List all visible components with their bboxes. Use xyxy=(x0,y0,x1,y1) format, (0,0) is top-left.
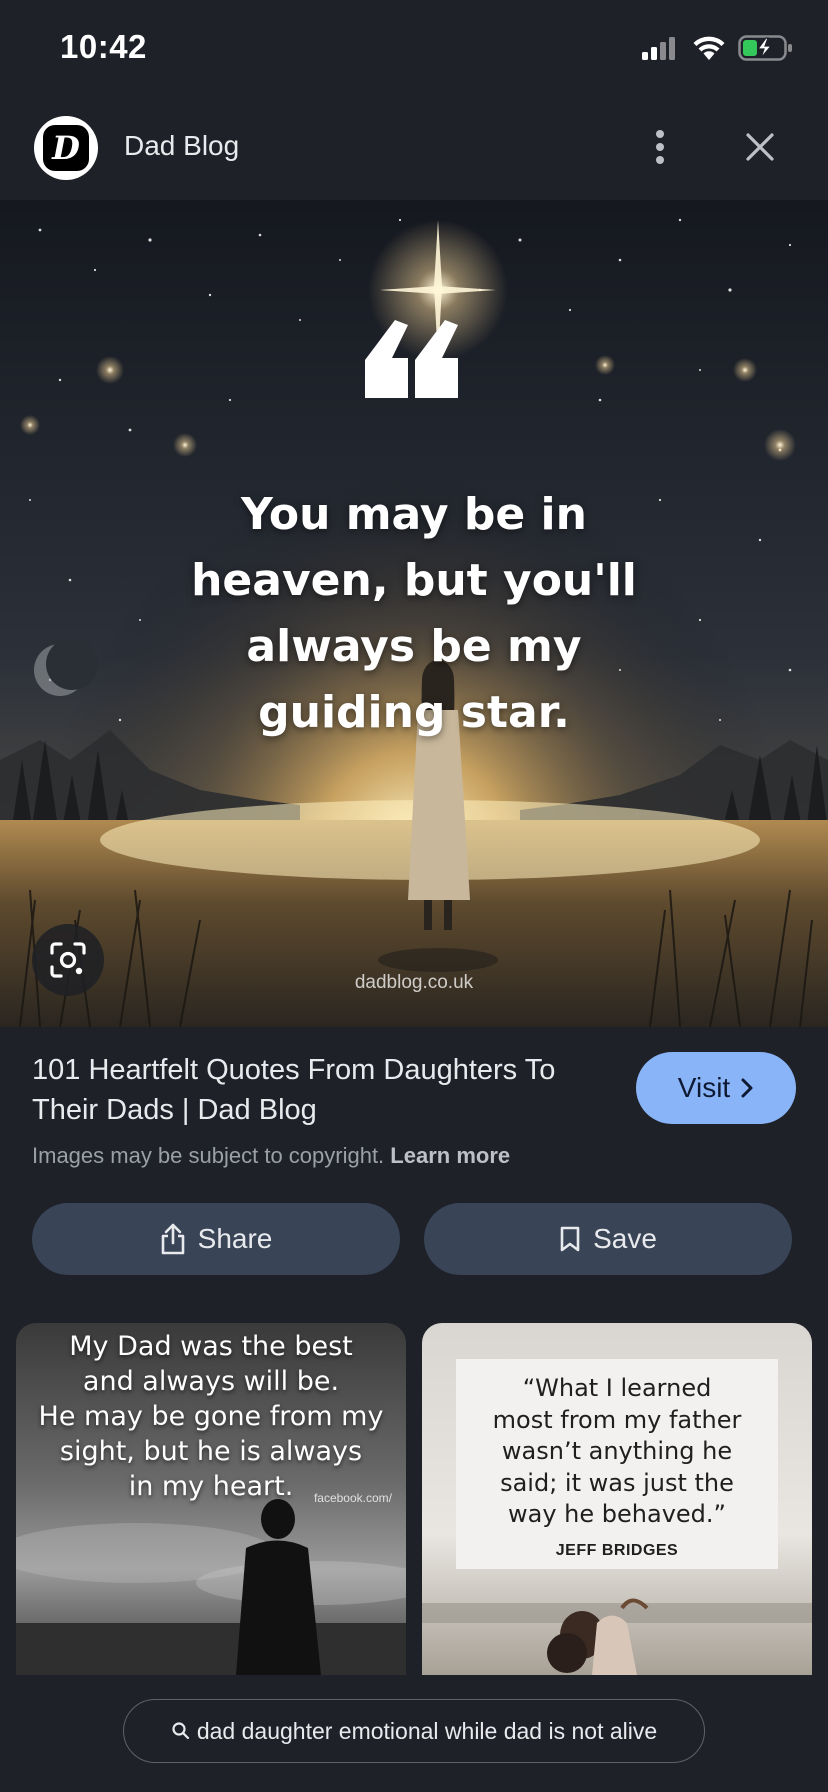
hero-quote: You may be in heaven, but you'll always … xyxy=(191,489,637,738)
copyright-notice: Images may be subject to copyright. Lear… xyxy=(32,1143,510,1169)
lens-button[interactable] xyxy=(32,924,104,996)
battery-charging-icon xyxy=(738,35,792,61)
more-options-button[interactable] xyxy=(640,122,680,172)
related-author-2: JEFF BRIDGES xyxy=(555,1542,679,1559)
status-time: 10:42 xyxy=(60,28,147,65)
status-bar: 10:42 xyxy=(0,0,828,100)
search-icon xyxy=(172,1722,189,1740)
related-quote-2: “What I learned most from my father wasn… xyxy=(492,1374,742,1528)
visit-button[interactable]: Visit xyxy=(636,1052,796,1124)
signal-icon xyxy=(642,37,675,60)
search-query-text: dad daughter emotional while dad is not … xyxy=(196,1717,658,1744)
bookmark-icon xyxy=(560,1226,580,1252)
more-vert-icon xyxy=(656,130,664,164)
site-name[interactable]: Dad Blog xyxy=(124,130,239,162)
main-image[interactable]: You may be in heaven, but you'll always … xyxy=(0,200,828,1027)
share-label: Share xyxy=(197,1223,273,1254)
viewer-header: D Dad Blog xyxy=(0,100,828,200)
save-button[interactable]: Save xyxy=(424,1203,792,1275)
hero-watermark: dadblog.co.uk xyxy=(354,972,474,993)
chevron-right-icon xyxy=(741,1078,753,1098)
search-query-chip[interactable]: dad daughter emotional while dad is not … xyxy=(123,1699,705,1763)
status-icons xyxy=(640,34,794,62)
related-image-card[interactable]: “What I learned most from my father wasn… xyxy=(422,1323,812,1675)
image-viewer-page: 10:42 D Dad Blog You may be in heaven, b… xyxy=(0,0,828,1792)
wifi-icon xyxy=(693,36,725,60)
result-title[interactable]: 101 Heartfelt Quotes From Daughters To T… xyxy=(32,1050,612,1130)
share-icon xyxy=(161,1223,184,1255)
learn-more-link[interactable]: Learn more xyxy=(390,1143,510,1168)
share-button[interactable]: Share xyxy=(32,1203,400,1275)
close-button[interactable] xyxy=(735,122,785,172)
copyright-text: Images may be subject to copyright. xyxy=(32,1143,385,1168)
bottom-bar: dad daughter emotional while dad is not … xyxy=(0,1675,828,1792)
save-label: Save xyxy=(593,1223,657,1254)
related-quote-1: My Dad was the best and always will be. … xyxy=(38,1331,384,1502)
close-icon xyxy=(746,133,774,161)
visit-label: Visit xyxy=(677,1072,731,1103)
site-logo-letter: D xyxy=(43,125,89,171)
related-source-1: facebook.com/ xyxy=(313,1491,392,1505)
site-logo[interactable]: D xyxy=(34,116,98,180)
related-image-card[interactable]: My Dad was the best and always will be. … xyxy=(16,1323,406,1675)
lens-icon xyxy=(50,942,86,978)
